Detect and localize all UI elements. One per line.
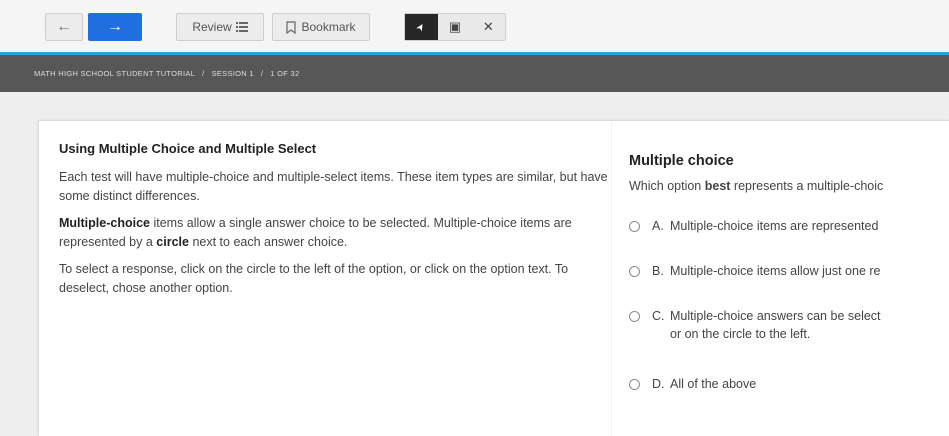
bookmark-label: Bookmark <box>301 20 356 34</box>
breadcrumb-session: SESSION 1 <box>211 69 254 78</box>
option-letter: C. <box>652 309 665 323</box>
radio-button[interactable] <box>629 379 640 390</box>
option-text[interactable]: Multiple-choice answers can be select or … <box>670 307 881 343</box>
option-text[interactable]: Multiple-choice items allow just one re <box>670 262 881 280</box>
calculator-icon: ▣ <box>448 19 462 34</box>
calculator-tool-button[interactable]: ▣ <box>438 14 471 40</box>
option-letter: D. <box>652 377 665 391</box>
question-panel: Multiple choice Which option best repres… <box>629 153 949 391</box>
option-letter: B. <box>652 264 664 278</box>
answer-option-a[interactable]: A. Multiple-choice items are represented <box>629 217 878 235</box>
option-text[interactable]: Multiple-choice items are represented <box>670 217 878 235</box>
passage-paragraph: Multiple-choice items allow a single ans… <box>59 214 619 252</box>
prompt-bold: best <box>704 179 731 193</box>
passage-paragraph: To select a response, click on the circl… <box>59 262 569 295</box>
answer-option-d[interactable]: D. All of the above <box>629 375 756 393</box>
review-button[interactable]: Review <box>176 13 264 41</box>
item-card: Using Multiple Choice and Multiple Selec… <box>38 120 949 436</box>
tool-group: ➤ ▣ ✕ <box>404 13 506 41</box>
question-prompt: Which option best represents a multiple-… <box>629 179 949 193</box>
passage-title: Using Multiple Choice and Multiple Selec… <box>59 141 317 156</box>
next-button[interactable]: → <box>88 13 142 41</box>
pointer-icon: ➤ <box>414 20 429 34</box>
breadcrumb-separator: / <box>202 69 205 78</box>
bookmark-button[interactable]: Bookmark <box>272 13 370 41</box>
close-icon: ✕ <box>482 19 494 34</box>
breadcrumb-separator: / <box>260 69 264 78</box>
prompt-text: Which option <box>629 179 705 193</box>
bold-term: Multiple-choice <box>59 216 150 230</box>
bookmark-icon <box>286 20 297 34</box>
toolbar: ← → Review Bookmark ➤ ▣ ✕ <box>0 0 949 52</box>
cross-out-tool-button[interactable]: ✕ <box>472 14 505 40</box>
breadcrumb-course: MATH HIGH SCHOOL STUDENT TUTORIAL <box>34 69 196 78</box>
back-button[interactable]: ← <box>45 13 83 41</box>
passage-paragraph: Each test will have multiple-choice and … <box>59 170 608 203</box>
answer-option-c[interactable]: C. Multiple-choice answers can be select… <box>629 307 881 343</box>
bold-term: circle <box>156 235 189 249</box>
prompt-text: represents a multiple-choic <box>730 179 884 193</box>
panel-divider <box>611 121 612 436</box>
arrow-right-icon: → <box>107 18 123 35</box>
pointer-tool-button[interactable]: ➤ <box>405 14 439 40</box>
question-title: Multiple choice <box>629 153 734 169</box>
radio-button[interactable] <box>629 311 640 322</box>
passage-text: next to each answer choice. <box>188 235 348 249</box>
breadcrumb: MATH HIGH SCHOOL STUDENT TUTORIAL / SESS… <box>0 55 949 92</box>
answer-option-b[interactable]: B. Multiple-choice items allow just one … <box>629 262 881 280</box>
radio-button[interactable] <box>629 221 640 232</box>
option-text[interactable]: All of the above <box>670 375 756 393</box>
breadcrumb-progress: 1 OF 32 <box>270 69 300 78</box>
list-icon <box>235 22 248 32</box>
option-text-line: or on the circle to the left. <box>670 327 811 341</box>
option-text-line: Multiple-choice answers can be select <box>670 309 881 323</box>
review-label: Review <box>192 20 232 34</box>
option-letter: A. <box>652 219 664 233</box>
radio-button[interactable] <box>629 266 640 277</box>
passage-panel: Using Multiple Choice and Multiple Selec… <box>59 139 619 306</box>
arrow-left-icon: ← <box>56 18 72 35</box>
